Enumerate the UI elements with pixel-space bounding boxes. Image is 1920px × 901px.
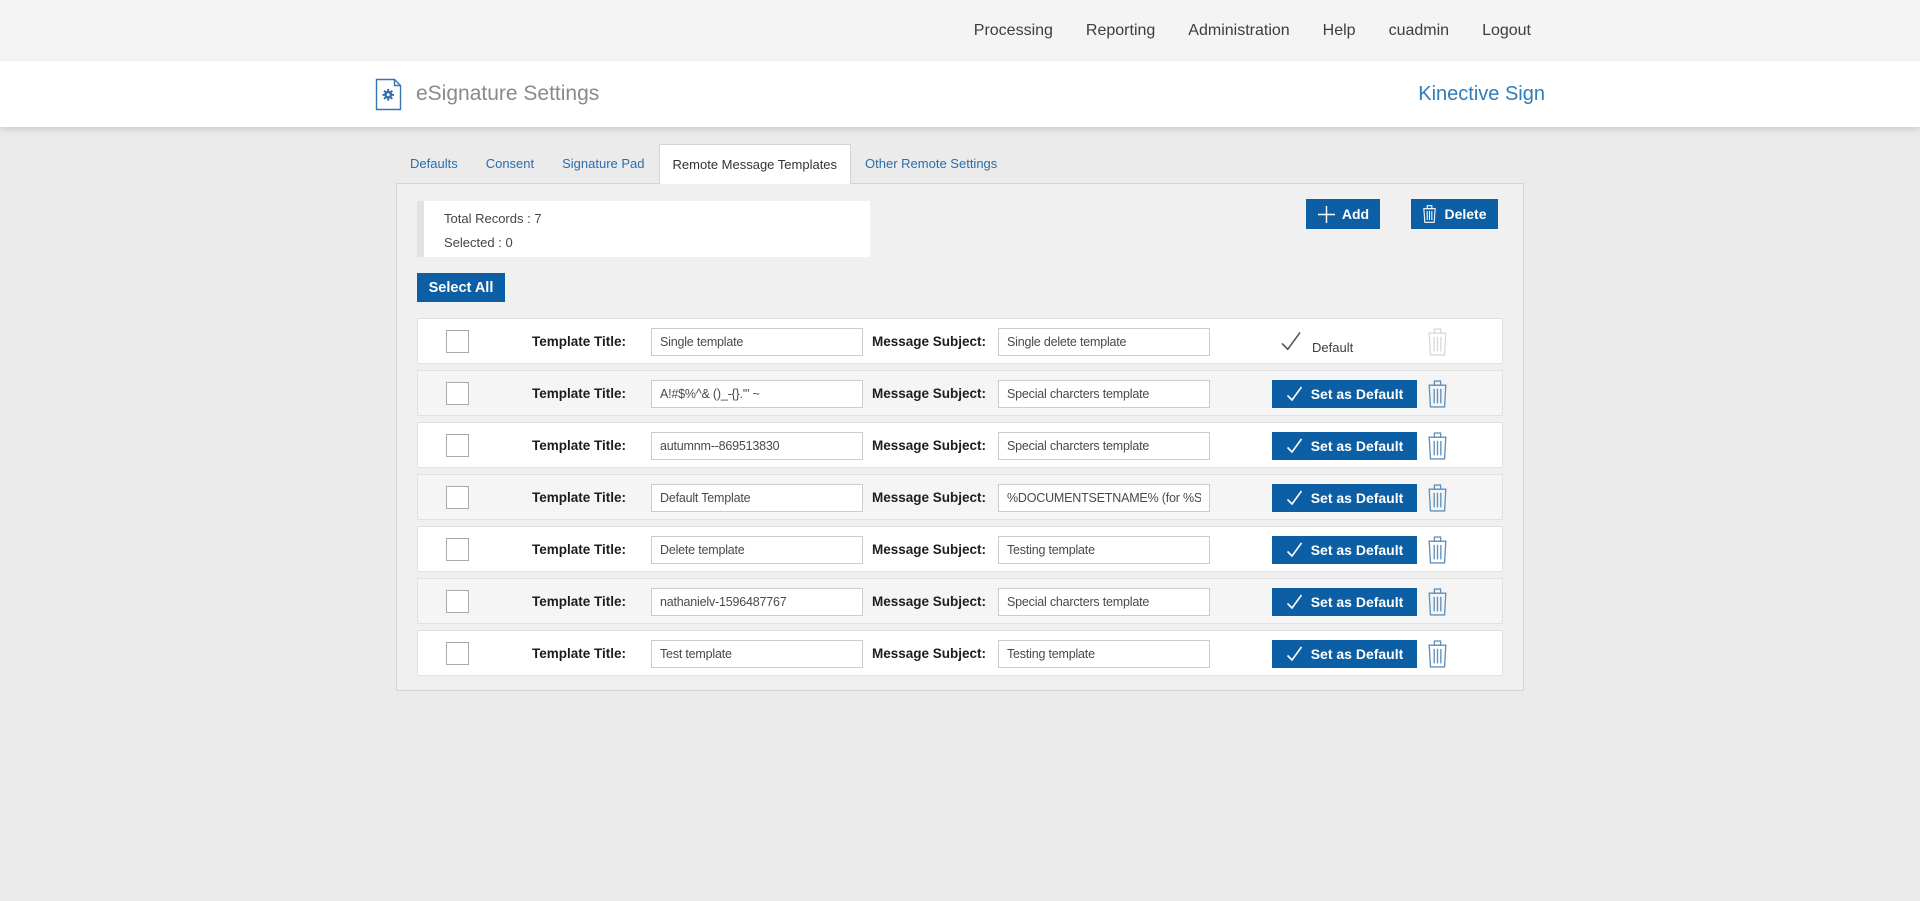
template-row: Template Title: Message Subject: Set as … bbox=[417, 370, 1503, 416]
template-title-label: Template Title: bbox=[526, 490, 626, 505]
template-title-label: Template Title: bbox=[526, 334, 626, 349]
default-label: Default bbox=[1312, 340, 1353, 355]
row-checkbox[interactable] bbox=[446, 538, 469, 561]
message-subject-label: Message Subject: bbox=[856, 594, 986, 609]
nav-item-cuadmin[interactable]: cuadmin bbox=[1389, 22, 1449, 40]
check-icon bbox=[1286, 490, 1303, 506]
check-icon bbox=[1286, 542, 1303, 558]
template-title-input[interactable] bbox=[651, 484, 863, 512]
check-icon bbox=[1286, 386, 1303, 402]
template-row: Template Title: Message Subject: Set as … bbox=[417, 526, 1503, 572]
template-title-input[interactable] bbox=[651, 380, 863, 408]
row-checkbox[interactable] bbox=[446, 642, 469, 665]
delete-row-icon[interactable] bbox=[1426, 380, 1449, 408]
nav-item-processing[interactable]: Processing bbox=[974, 22, 1053, 40]
total-records-text: Total Records : 7 bbox=[444, 207, 870, 231]
row-checkbox[interactable] bbox=[446, 590, 469, 613]
message-subject-label: Message Subject: bbox=[856, 490, 986, 505]
plus-icon bbox=[1317, 205, 1336, 224]
top-nav-bar: Processing Reporting Administration Help cua… bbox=[0, 0, 1920, 61]
tab-defaults[interactable]: Defaults bbox=[396, 144, 472, 183]
tab-remote-message-templates[interactable]: Remote Message Templates bbox=[659, 144, 852, 184]
set-as-default-button[interactable]: Set as Default bbox=[1272, 432, 1417, 460]
template-title-label: Template Title: bbox=[526, 438, 626, 453]
default-indicator: Default bbox=[1280, 331, 1353, 355]
summary-box: Total Records : 7 Selected : 0 bbox=[417, 201, 870, 257]
message-subject-label: Message Subject: bbox=[856, 438, 986, 453]
nav-item-help[interactable]: Help bbox=[1323, 22, 1356, 40]
message-subject-label: Message Subject: bbox=[856, 334, 986, 349]
template-title-label: Template Title: bbox=[526, 594, 626, 609]
template-title-input[interactable] bbox=[651, 588, 863, 616]
template-row: Template Title: Message Subject: Default bbox=[417, 318, 1503, 364]
message-subject-input[interactable] bbox=[998, 328, 1210, 356]
esignature-settings-icon bbox=[375, 78, 402, 111]
message-subject-label: Message Subject: bbox=[856, 386, 986, 401]
nav-item-logout[interactable]: Logout bbox=[1482, 22, 1531, 40]
template-row: Template Title: Message Subject: Set as … bbox=[417, 474, 1503, 520]
message-subject-input[interactable] bbox=[998, 640, 1210, 668]
row-checkbox[interactable] bbox=[446, 330, 469, 353]
message-subject-input[interactable] bbox=[998, 432, 1210, 460]
message-subject-input[interactable] bbox=[998, 484, 1210, 512]
tab-signature-pad[interactable]: Signature Pad bbox=[548, 144, 658, 183]
delete-button[interactable]: Delete bbox=[1411, 199, 1498, 229]
delete-row-icon[interactable] bbox=[1426, 588, 1449, 616]
set-as-default-button[interactable]: Set as Default bbox=[1272, 536, 1417, 564]
tab-other-remote-settings[interactable]: Other Remote Settings bbox=[851, 144, 1011, 183]
row-checkbox[interactable] bbox=[446, 434, 469, 457]
template-title-label: Template Title: bbox=[526, 542, 626, 557]
tab-bar: DefaultsConsentSignature PadRemote Messa… bbox=[396, 143, 1524, 183]
delete-row-icon[interactable] bbox=[1426, 432, 1449, 460]
selected-count-text: Selected : 0 bbox=[444, 231, 870, 255]
tab-consent[interactable]: Consent bbox=[472, 144, 548, 183]
app-header: eSignature Settings Kinective Sign bbox=[0, 61, 1920, 127]
check-icon bbox=[1286, 438, 1303, 454]
template-row: Template Title: Message Subject: Set as … bbox=[417, 630, 1503, 676]
template-title-label: Template Title: bbox=[526, 386, 626, 401]
template-row: Template Title: Message Subject: Set as … bbox=[417, 422, 1503, 468]
set-as-default-button[interactable]: Set as Default bbox=[1272, 484, 1417, 512]
content-panel: Total Records : 7 Selected : 0 Add Delet… bbox=[396, 183, 1524, 691]
delete-row-icon[interactable] bbox=[1426, 640, 1449, 668]
set-as-default-button[interactable]: Set as Default bbox=[1272, 380, 1417, 408]
template-title-input[interactable] bbox=[651, 536, 863, 564]
delete-row-icon[interactable] bbox=[1426, 536, 1449, 564]
check-icon bbox=[1280, 331, 1302, 352]
template-row: Template Title: Message Subject: Set as … bbox=[417, 578, 1503, 624]
nav-item-reporting[interactable]: Reporting bbox=[1086, 22, 1155, 40]
template-title-input[interactable] bbox=[651, 432, 863, 460]
row-checkbox[interactable] bbox=[446, 382, 469, 405]
message-subject-label: Message Subject: bbox=[856, 542, 986, 557]
delete-row-icon bbox=[1426, 328, 1449, 356]
brand-name: Kinective Sign bbox=[1418, 83, 1545, 106]
message-subject-input[interactable] bbox=[998, 588, 1210, 616]
template-title-input[interactable] bbox=[651, 328, 863, 356]
select-all-button[interactable]: Select All bbox=[417, 273, 505, 302]
page-title: eSignature Settings bbox=[416, 82, 599, 106]
set-as-default-button[interactable]: Set as Default bbox=[1272, 640, 1417, 668]
template-title-label: Template Title: bbox=[526, 646, 626, 661]
message-subject-input[interactable] bbox=[998, 380, 1210, 408]
trash-icon bbox=[1422, 205, 1437, 223]
message-subject-label: Message Subject: bbox=[856, 646, 986, 661]
nav-item-administration[interactable]: Administration bbox=[1188, 22, 1289, 40]
message-subject-input[interactable] bbox=[998, 536, 1210, 564]
add-button[interactable]: Add bbox=[1306, 199, 1380, 229]
check-icon bbox=[1286, 594, 1303, 610]
template-title-input[interactable] bbox=[651, 640, 863, 668]
row-checkbox[interactable] bbox=[446, 486, 469, 509]
delete-row-icon[interactable] bbox=[1426, 484, 1449, 512]
check-icon bbox=[1286, 646, 1303, 662]
set-as-default-button[interactable]: Set as Default bbox=[1272, 588, 1417, 616]
